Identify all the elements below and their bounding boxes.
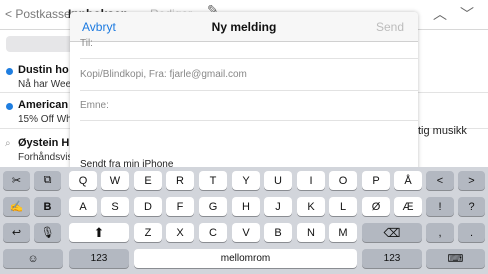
key-g[interactable]: G bbox=[199, 197, 227, 216]
key-t[interactable]: T bbox=[199, 171, 227, 190]
numbers-key[interactable]: 123 bbox=[69, 249, 129, 268]
chevron-down-icon[interactable]: ﹀ bbox=[460, 4, 474, 24]
key-j[interactable]: J bbox=[264, 197, 292, 216]
keyboard-hide-icon[interactable]: ⌨ bbox=[426, 249, 485, 268]
key-less-than[interactable]: < bbox=[426, 171, 454, 190]
backspace-icon[interactable]: ⌫ bbox=[362, 223, 422, 242]
send-button[interactable]: Send bbox=[376, 20, 404, 34]
key-e[interactable]: E bbox=[134, 171, 162, 190]
key-c[interactable]: C bbox=[199, 223, 227, 242]
key-greater-than[interactable]: > bbox=[458, 171, 485, 190]
search-field[interactable] bbox=[6, 36, 74, 52]
key-i[interactable]: I bbox=[297, 171, 325, 190]
key-k[interactable]: K bbox=[297, 197, 325, 216]
numbers-key-right[interactable]: 123 bbox=[362, 249, 422, 268]
compose-title: Ny melding bbox=[211, 20, 277, 34]
emoji-icon[interactable]: ☺ bbox=[3, 249, 63, 268]
scissors-icon[interactable]: ✂ bbox=[3, 171, 30, 190]
space-key[interactable]: mellomrom bbox=[134, 249, 357, 268]
undo-icon[interactable]: ↩ bbox=[3, 223, 30, 242]
divider bbox=[80, 90, 418, 91]
bold-button[interactable]: B bbox=[34, 197, 61, 216]
key-oe[interactable]: Ø bbox=[362, 197, 390, 216]
keyboard: ✂ ⧉ Q W E R T Y U I O P Å < > ✍ B A S D … bbox=[0, 167, 488, 274]
back-button[interactable]: < Postkasser bbox=[5, 7, 75, 21]
key-m[interactable]: M bbox=[329, 223, 357, 242]
key-y[interactable]: Y bbox=[232, 171, 260, 190]
divider bbox=[80, 58, 418, 59]
shift-icon[interactable]: ⬆ bbox=[69, 223, 129, 242]
key-h[interactable]: H bbox=[232, 197, 260, 216]
message-snippet: 15% Off Wh bbox=[18, 114, 72, 125]
message-sender: Øystein H bbox=[18, 137, 70, 149]
compose-sheet: Avbryt Ny melding Send Til: Kopi/Blindko… bbox=[70, 12, 418, 172]
key-q[interactable]: Q bbox=[69, 171, 97, 190]
key-o[interactable]: O bbox=[329, 171, 357, 190]
to-field[interactable]: Til: bbox=[80, 38, 418, 49]
message-detail-text: tig musikk bbox=[418, 125, 467, 137]
key-f[interactable]: F bbox=[166, 197, 194, 216]
unread-dot bbox=[6, 103, 13, 110]
key-b[interactable]: B bbox=[264, 223, 292, 242]
back-label: Postkasser bbox=[15, 7, 75, 21]
unread-dot bbox=[6, 68, 13, 75]
copy-icon[interactable]: ⧉ bbox=[34, 171, 61, 190]
message-snippet: Nå har Wee bbox=[18, 79, 72, 90]
divider bbox=[80, 120, 418, 121]
key-n[interactable]: N bbox=[297, 223, 325, 242]
key-w[interactable]: W bbox=[101, 171, 129, 190]
key-p[interactable]: P bbox=[362, 171, 390, 190]
key-d[interactable]: D bbox=[134, 197, 162, 216]
key-ae[interactable]: Æ bbox=[394, 197, 422, 216]
key-u[interactable]: U bbox=[264, 171, 292, 190]
key-question[interactable]: ? bbox=[458, 197, 485, 216]
key-l[interactable]: L bbox=[329, 197, 357, 216]
microphone-icon[interactable]: 🎙 bbox=[34, 223, 61, 242]
cc-from-field[interactable]: Kopi/Blindkopi, Fra: fjarle@gmail.com bbox=[80, 69, 418, 80]
key-z[interactable]: Z bbox=[134, 223, 162, 242]
paperclip-icon: ⌕ bbox=[5, 138, 11, 149]
key-r[interactable]: R bbox=[166, 171, 194, 190]
message-sender: Dustin ho bbox=[18, 64, 69, 76]
key-a[interactable]: A bbox=[69, 197, 97, 216]
key-exclamation[interactable]: ! bbox=[426, 197, 454, 216]
key-x[interactable]: X bbox=[166, 223, 194, 242]
message-sender: American bbox=[18, 99, 69, 111]
key-period[interactable]: . bbox=[458, 223, 485, 242]
key-comma[interactable]: , bbox=[426, 223, 454, 242]
paste-icon[interactable]: ✍ bbox=[3, 197, 30, 216]
key-s[interactable]: S bbox=[101, 197, 129, 216]
chevron-up-icon[interactable]: ︿ bbox=[433, 4, 447, 24]
subject-field[interactable]: Emne: bbox=[80, 100, 418, 111]
message-snippet: Forhåndsvis bbox=[18, 152, 73, 163]
key-aa[interactable]: Å bbox=[394, 171, 422, 190]
key-v[interactable]: V bbox=[232, 223, 260, 242]
